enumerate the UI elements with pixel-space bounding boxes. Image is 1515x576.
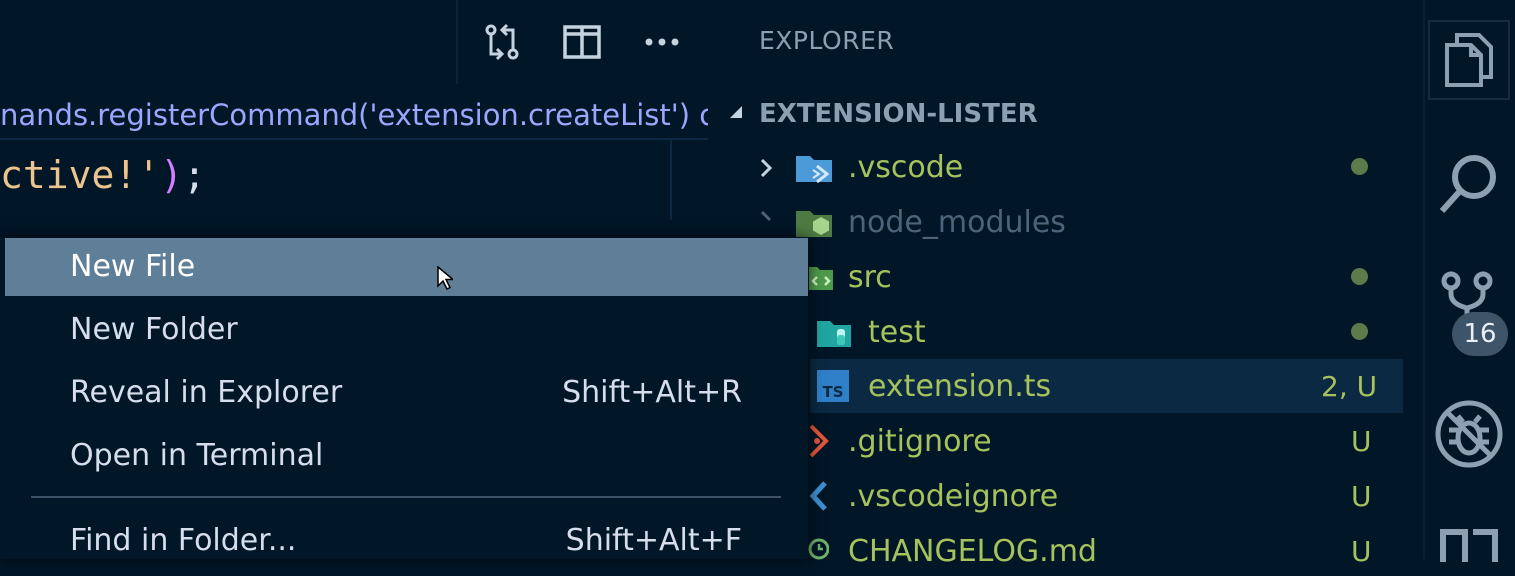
git-status-dot [1351, 158, 1368, 175]
typescript-file-icon: TS [816, 369, 850, 403]
git-status-badge: U [1351, 480, 1372, 513]
vscode-folder-icon [794, 150, 834, 186]
file-name[interactable]: extension.ts [868, 363, 1051, 411]
workspace-collapse-icon[interactable] [726, 102, 746, 122]
files-icon[interactable] [1428, 20, 1510, 100]
menu-item-reveal-in-explorer[interactable]: Reveal in Explorer Shift+Alt+R [5, 364, 808, 422]
extensions-icon[interactable] [1428, 524, 1510, 564]
menu-item-shortcut: Shift+Alt+R [562, 375, 742, 410]
menu-item-shortcut: Shift+Alt+F [565, 523, 742, 558]
vscode-file-icon [806, 478, 830, 514]
git-status-dot [1351, 323, 1368, 340]
git-status-badge: U [1351, 425, 1372, 458]
menu-item-label: New File [70, 249, 196, 284]
git-status-badge: U [1351, 535, 1372, 568]
search-icon[interactable] [1428, 148, 1510, 220]
code-paren: ) [160, 153, 184, 197]
menu-item-label: New Folder [70, 312, 238, 347]
menu-item-new-folder[interactable]: New Folder [5, 301, 808, 359]
code-semicolon: ; [183, 153, 206, 197]
menu-item-find-in-folder[interactable]: Find in Folder... Shift+Alt+F [5, 512, 808, 570]
breadcrumb-divider [0, 138, 708, 140]
more-actions-icon[interactable] [642, 22, 682, 62]
menu-item-label: Open in Terminal [70, 438, 324, 473]
menu-item-label: Find in Folder... [70, 523, 297, 558]
menu-separator [31, 496, 781, 498]
toolbar-separator [456, 0, 458, 84]
expand-chevron-icon[interactable] [756, 156, 776, 180]
file-name[interactable]: test [868, 309, 926, 357]
file-name[interactable]: .vscode [848, 144, 963, 192]
editor-ruler [670, 140, 672, 220]
mouse-pointer-icon [437, 265, 456, 291]
file-name[interactable]: .gitignore [848, 418, 992, 466]
scm-count-badge: 16 [1452, 312, 1508, 356]
git-file-icon [806, 423, 830, 459]
git-status-dot [1351, 268, 1368, 285]
code-line[interactable]: ctive!'); [0, 150, 206, 200]
code-string: ctive!' [0, 153, 161, 197]
menu-item-open-in-terminal[interactable]: Open in Terminal [5, 427, 808, 485]
node-folder-icon [794, 205, 834, 241]
test-folder-icon [814, 315, 854, 351]
workspace-name[interactable]: EXTENSION-LISTER [759, 96, 1038, 132]
expand-chevron-icon[interactable] [756, 208, 776, 226]
debug-icon[interactable] [1428, 396, 1510, 472]
svg-text:TS: TS [822, 383, 843, 401]
menu-item-label: Reveal in Explorer [70, 375, 343, 410]
file-name[interactable]: src [848, 254, 892, 302]
context-menu: New File New Folder Reveal in Explorer S… [0, 238, 808, 559]
file-name[interactable]: .vscodeignore [848, 473, 1058, 521]
breadcrumb[interactable]: nands.registerCommand('extension.createL… [0, 93, 708, 137]
split-editor-icon[interactable] [562, 22, 602, 62]
compare-changes-icon[interactable] [482, 22, 522, 62]
file-name[interactable]: CHANGELOG.md [848, 528, 1097, 576]
explorer-title: EXPLORER [759, 26, 895, 55]
file-name[interactable]: node_modules [848, 199, 1066, 247]
git-status-badge: 2, U [1321, 370, 1378, 403]
menu-item-new-file[interactable]: New File [5, 238, 808, 296]
src-folder-icon [806, 262, 836, 294]
